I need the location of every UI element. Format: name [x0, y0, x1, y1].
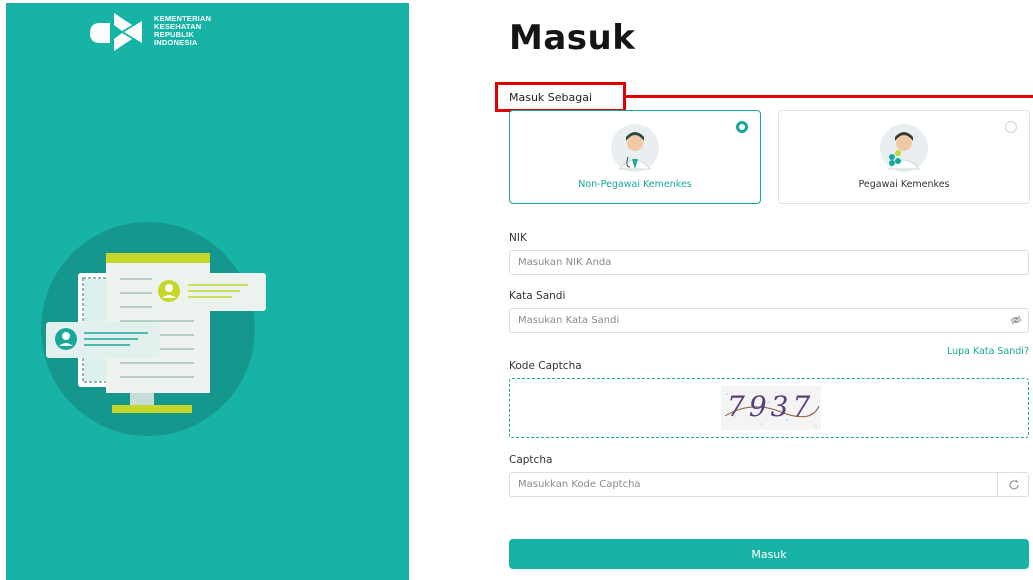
- eye-off-icon[interactable]: [1010, 315, 1022, 325]
- refresh-icon: [1009, 479, 1018, 489]
- brand-panel: KEMENTERIAN KESEHATAN REPUBLIK INDONESIA: [6, 3, 409, 580]
- highlight-box: [495, 82, 626, 112]
- captcha-label: Captcha: [509, 454, 553, 466]
- captcha-input[interactable]: [509, 472, 1029, 497]
- role-radio[interactable]: [1005, 121, 1017, 133]
- password-input[interactable]: [509, 308, 1029, 333]
- captcha-image: 7937: [721, 386, 821, 430]
- submit-button[interactable]: Masuk: [509, 539, 1029, 569]
- logo-line: INDONESIA: [154, 38, 198, 47]
- forgot-password-link[interactable]: Lupa Kata Sandi?: [947, 346, 1029, 357]
- doctor-avatar-icon: [610, 123, 660, 173]
- captcha-box: 7937: [509, 378, 1029, 438]
- kemenkes-logo: KEMENTERIAN KESEHATAN REPUBLIK INDONESIA: [88, 11, 228, 51]
- role-label: Pegawai Kemenkes: [858, 179, 950, 190]
- captcha-code-label: Kode Captcha: [509, 360, 582, 372]
- role-card-non-pegawai[interactable]: Non-Pegawai Kemenkes: [509, 110, 761, 204]
- password-label: Kata Sandi: [509, 290, 566, 302]
- role-label: Non-Pegawai Kemenkes: [578, 179, 692, 190]
- nik-input[interactable]: [509, 250, 1029, 275]
- login-illustration: [41, 222, 266, 436]
- role-radio-selected[interactable]: [736, 121, 748, 133]
- role-card-pegawai[interactable]: Pegawai Kemenkes: [778, 110, 1030, 204]
- kemenkes-logo-icon: [90, 13, 142, 51]
- highlight-line: [626, 95, 1033, 98]
- logo-text: KEMENTERIAN KESEHATAN REPUBLIK INDONESIA: [154, 15, 211, 47]
- nik-label: NIK: [509, 232, 527, 244]
- page-title: Masuk: [509, 18, 636, 58]
- employee-avatar-icon: [879, 123, 929, 173]
- refresh-captcha-button[interactable]: [997, 472, 1029, 497]
- captcha-text: 7937: [727, 390, 815, 423]
